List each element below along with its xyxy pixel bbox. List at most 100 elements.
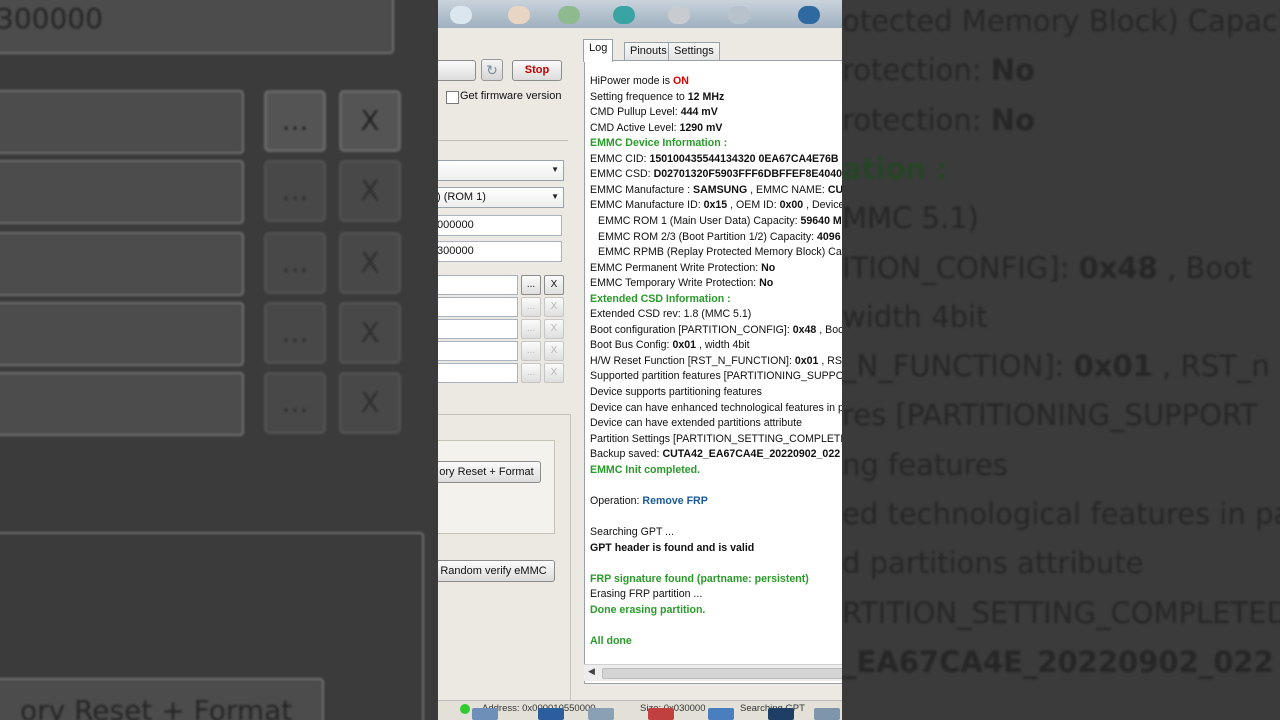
- log-line-part: EMMC Manufacture :: [590, 183, 694, 196]
- log-line: H/W Reset Function [RST_N_FUNCTION]: 0x0…: [590, 354, 842, 370]
- log-line: HiPower mode is ON: [590, 74, 689, 90]
- app-window: s ↻ Stop Get firmware version ▼ ) (ROM 1…: [438, 0, 842, 720]
- log-line-part: EMMC ROM 1 (Main User Data) Capacity:: [598, 214, 801, 227]
- log-line-part: Boot configuration [PARTITION_CONFIG]:: [590, 323, 793, 336]
- file-input-2[interactable]: [438, 297, 518, 317]
- taskbar-app-icon[interactable]: [708, 708, 734, 720]
- start-address-input[interactable]: 000000: [438, 215, 562, 236]
- log-line: EMMC CID: 150100435544134320 0EA67CA4E76…: [590, 152, 839, 168]
- browse-button-1[interactable]: ...: [521, 275, 541, 295]
- log-line-part: Remove FRP: [642, 494, 708, 507]
- browse-button-5[interactable]: ...: [521, 363, 541, 383]
- log-line-part: 150100435544134320 0EA67CA4E76B: [649, 152, 839, 165]
- rom-combo[interactable]: ) (ROM 1) ▼: [438, 187, 564, 208]
- zoomed-log-rest: , Boot: [1157, 250, 1253, 285]
- log-line-part: 0x01: [794, 354, 819, 367]
- file-input-4[interactable]: [438, 341, 518, 361]
- zoomed-log-text: rotection:: [842, 53, 991, 88]
- log-line-part: 59640 MB: [800, 214, 843, 227]
- rom-combo-value: ) (ROM 1): [438, 191, 486, 203]
- random-verify-emmc-button[interactable]: Random verify eMMC: [438, 560, 555, 582]
- zoomed-log-line: res [PARTITIONING_SUPPORT: [842, 398, 1258, 432]
- factory-reset-format-button[interactable]: ory Reset + Format: [438, 461, 541, 483]
- taskbar-app-icon[interactable]: [648, 708, 674, 720]
- log-line-part: FRP signature found (partname: persisten…: [590, 572, 809, 585]
- log-line: Extended CSD Information :: [590, 292, 731, 308]
- file-input-3[interactable]: [438, 319, 518, 339]
- browse-button-3[interactable]: ...: [521, 319, 541, 339]
- reset-group-box: [438, 440, 555, 534]
- zoomed-background-right: otected Memory Block) Capacit rotection: …: [842, 0, 1280, 720]
- log-line-part: 0x01: [672, 339, 697, 352]
- get-firmware-checkbox[interactable]: [446, 91, 459, 104]
- log-line-part: EMMC CSD:: [590, 168, 654, 181]
- taskbar-app-icon[interactable]: [814, 708, 840, 720]
- zoomed-browse-button: ...: [264, 160, 326, 222]
- log-panel[interactable]: HiPower mode is ON Setting frequence to 1…: [584, 60, 842, 684]
- scroll-thumb[interactable]: [602, 668, 842, 679]
- tab-log[interactable]: Log: [583, 39, 614, 62]
- clear-button-4[interactable]: X: [544, 341, 564, 361]
- taskbar-app-icon[interactable]: [538, 708, 564, 720]
- log-line: GPT header is found and is valid: [590, 541, 754, 557]
- zoomed-field: [0, 302, 244, 366]
- zoomed-log-line: ed technological features in part: [842, 497, 1280, 531]
- log-line-part: CMD Active Level:: [590, 121, 680, 134]
- log-line: EMMC CSD: D02701320F5903FFF6DBFFEF8E4040…: [590, 167, 842, 183]
- log-line-part: Device can have enhanced technological f…: [590, 401, 842, 414]
- taskbar-app-icon[interactable]: [588, 708, 614, 720]
- stop-button[interactable]: Stop: [512, 60, 562, 81]
- log-line-part: D02701320F5903FFF6DBFFEF8E40400: [653, 168, 842, 181]
- refresh-button[interactable]: ↻: [481, 59, 503, 81]
- log-line-part: Setting frequence to: [590, 90, 688, 103]
- log-line: Backup saved: CUTA42_EA67CA4E_20220902_0…: [590, 447, 840, 463]
- log-line-part: SAMSUNG: [693, 183, 748, 196]
- zoomed-log-line: rotection: No: [842, 53, 1035, 87]
- length-input[interactable]: 300000: [438, 241, 562, 262]
- log-line-part: , OEM ID:: [727, 199, 780, 212]
- zoomed-log-line: MMC 5.1): [842, 201, 979, 235]
- browse-button-2[interactable]: ...: [521, 297, 541, 317]
- log-line: All done: [590, 634, 632, 650]
- clear-button-2[interactable]: X: [544, 297, 564, 317]
- zoomed-log-text: ation :: [842, 151, 948, 186]
- browse-button-4[interactable]: ...: [521, 341, 541, 361]
- refresh-icon: ↻: [486, 62, 498, 78]
- log-line-part: Device can have extended partitions attr…: [590, 417, 803, 430]
- log-line-part: CUTA: [827, 183, 842, 196]
- tab-pinouts[interactable]: Pinouts: [624, 42, 673, 61]
- zoomed-clear-button: X: [339, 90, 401, 152]
- tab-settings[interactable]: Settings: [668, 42, 720, 61]
- zoomed-log-bold: 0x01: [1073, 349, 1153, 384]
- clear-button-5[interactable]: X: [544, 363, 564, 383]
- clear-button-1[interactable]: X: [544, 275, 564, 295]
- log-line: Erasing FRP partition ...: [590, 587, 702, 603]
- run-button[interactable]: s: [438, 60, 476, 81]
- log-horizontal-scrollbar[interactable]: ◀: [584, 664, 842, 681]
- zoomed-log-line: d partitions attribute: [842, 546, 1144, 580]
- taskbar-app-icon[interactable]: [768, 708, 794, 720]
- file-input-1[interactable]: [438, 275, 518, 295]
- log-line-part: ON: [673, 75, 689, 87]
- log-line-part: No: [759, 277, 774, 290]
- file-input-5[interactable]: [438, 363, 518, 383]
- device-combo[interactable]: ▼: [438, 160, 564, 181]
- clear-button-3[interactable]: X: [544, 319, 564, 339]
- get-firmware-label: Get firmware version: [460, 90, 562, 102]
- zoomed-log-text: rotection:: [842, 102, 991, 137]
- log-line-part: Extended CSD Information :: [590, 292, 731, 305]
- log-line-part: Boot Bus Config:: [590, 339, 673, 352]
- log-line: FRP signature found (partname: persisten…: [590, 572, 809, 588]
- zoomed-browse-button: ...: [264, 232, 326, 294]
- scroll-left-icon[interactable]: ◀: [588, 666, 595, 677]
- taskbar-app-icon[interactable]: [472, 708, 498, 720]
- zoomed-log-text: otected Memory Block) Capacit: [842, 4, 1280, 38]
- zoomed-reset-label: ory Reset + Format: [20, 694, 293, 720]
- chevron-down-icon: ▼: [551, 192, 559, 201]
- log-line-part: No: [761, 261, 776, 274]
- log-line: Device can have extended partitions attr…: [590, 416, 802, 432]
- zoomed-log-text: width 4bit: [842, 299, 988, 334]
- zoomed-clear-button: X: [339, 302, 401, 364]
- log-line: Supported partition features [PARTITIONI…: [590, 369, 842, 385]
- log-line: Partition Settings [PARTITION_SETTING_CO…: [590, 432, 842, 448]
